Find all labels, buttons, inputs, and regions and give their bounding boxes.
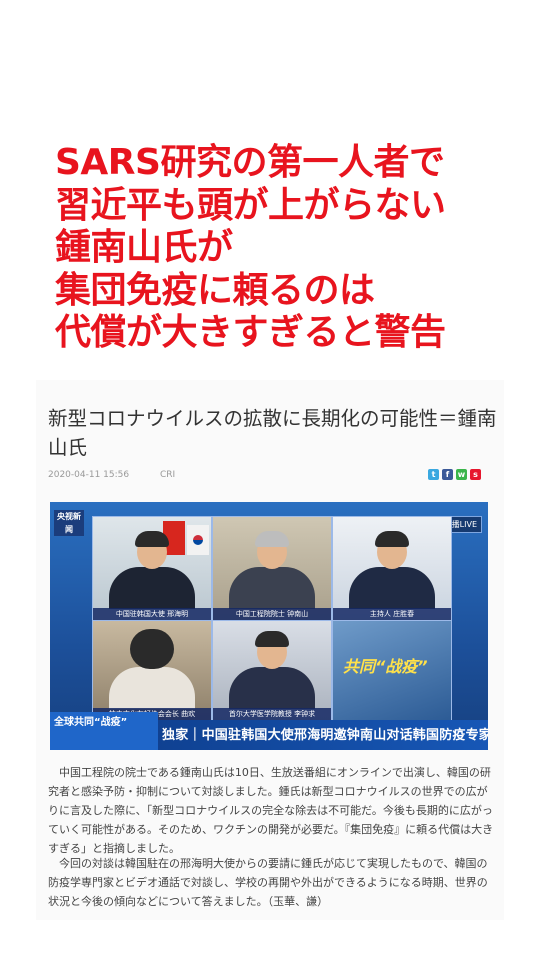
- weibo-icon[interactable]: s: [470, 469, 481, 480]
- article-source: CRI: [159, 470, 176, 480]
- banner-logo: 全球共同“战疫”: [50, 712, 158, 750]
- share-icons: t f w s: [428, 469, 481, 480]
- headline: SARS研究の第一人者で 習近平も頭が上がらない 鍾南山氏が 集団免疫に頼るのは…: [55, 142, 525, 355]
- article-date: 2020-04-11 15:56: [48, 470, 130, 480]
- person-figure: [349, 531, 435, 609]
- campaign-logo: 共同“战疫”: [343, 657, 428, 676]
- headline-line: 習近平も頭が上がらない: [55, 184, 446, 226]
- twitter-icon[interactable]: t: [428, 469, 439, 480]
- article-meta: 2020-04-11 15:56 CRI: [48, 470, 203, 480]
- video-panel: 共同“战疫”: [332, 620, 452, 722]
- headline-line: 代償が大きすぎると警告: [55, 312, 446, 353]
- person-figure: [229, 631, 315, 709]
- person-figure: [229, 531, 315, 609]
- person-figure: [109, 629, 195, 709]
- headline-line: 鍾南山氏が: [55, 227, 233, 268]
- headline-line: SARS研究の第一人者で: [55, 142, 445, 183]
- video-panel: 主持人 庄胜春: [332, 516, 452, 622]
- banner-text: 独家｜中国驻韩国大使邢海明邀钟南山对话韩国防疫专家: [162, 728, 488, 743]
- video-still[interactable]: 央视新闻 直播LIVE 中国驻韩国大使 邢海明 中国工程院院士 钟南山 主持人 …: [50, 502, 488, 750]
- video-panel: 韩中文化友好协会会长 曲欢: [92, 620, 212, 722]
- headline-line: 集団免疫に頼るのは: [55, 269, 375, 311]
- facebook-icon[interactable]: f: [442, 469, 453, 480]
- article-paragraph: 今回の対談は韓国駐在の邢海明大使からの要請に鍾氏が応じて実現したもので、韓国の防…: [48, 857, 488, 908]
- video-panel: 中国驻韩国大使 邢海明: [92, 516, 212, 622]
- video-panel: 中国工程院院士 钟南山: [212, 516, 332, 622]
- wechat-icon[interactable]: w: [456, 469, 467, 480]
- article-title: 新型コロナウイルスの拡散に長期化の可能性＝鍾南山氏: [48, 407, 497, 459]
- channel-logo: 央视新闻: [54, 510, 84, 536]
- article-paragraph: 中国工程院の院士である鍾南山氏は10日、生放送番組にオンラインで出演し、韓国の研…: [48, 766, 494, 855]
- person-figure: [109, 531, 195, 609]
- video-panel: 首尔大学医学院教授 李钟求: [212, 620, 332, 722]
